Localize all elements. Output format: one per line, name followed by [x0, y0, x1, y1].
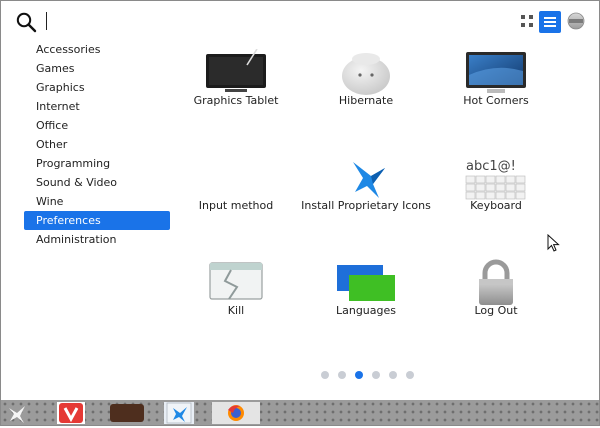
- list-view-button[interactable]: [539, 11, 561, 33]
- page-dot[interactable]: [406, 371, 414, 379]
- app-icon[interactable]: [164, 402, 194, 424]
- sidebar-item-accessories[interactable]: Accessories: [24, 40, 170, 59]
- app-label: Hibernate: [338, 94, 394, 107]
- app-grid: Graphics Tablet Hibernate Hot Corners In…: [171, 41, 561, 331]
- app-graphics-tablet[interactable]: Graphics Tablet: [171, 41, 301, 141]
- page-dot[interactable]: [338, 371, 346, 379]
- kill-icon: [209, 262, 263, 300]
- app-label: Input method: [198, 199, 274, 212]
- app-input-method[interactable]: Input method: [171, 146, 301, 246]
- grid-view-button[interactable]: [520, 14, 534, 28]
- text-caret: [46, 12, 47, 30]
- app-install-proprietary-icons[interactable]: Install Proprietary Icons: [301, 146, 431, 246]
- install-proprietary-icons-icon: [353, 162, 385, 198]
- category-sidebar: Accessories Games Graphics Internet Office Ot…: [24, 40, 170, 249]
- sidebar-item-sound-video[interactable]: Sound & Video: [24, 173, 170, 192]
- graphics-tablet-icon: [206, 49, 266, 92]
- page-dot[interactable]: [389, 371, 397, 379]
- app-languages[interactable]: Languages: [301, 251, 431, 351]
- sidebar-item-wine[interactable]: Wine: [24, 192, 170, 211]
- app-log-out[interactable]: Log Out: [431, 251, 561, 351]
- hot-corners-icon: [466, 52, 526, 93]
- firefox-icon[interactable]: [212, 402, 260, 424]
- keyboard-icon: abc1@!: [465, 159, 526, 200]
- app-launcher-icon[interactable]: [5, 402, 29, 424]
- search-input[interactable]: [45, 9, 445, 33]
- sidebar-item-games[interactable]: Games: [24, 59, 170, 78]
- vivaldi-icon[interactable]: [57, 402, 85, 424]
- hibernate-icon: [342, 53, 390, 95]
- app-label: Languages: [335, 304, 397, 317]
- app-launcher-window: Accessories Games Graphics Internet Office Ot…: [0, 0, 600, 426]
- sidebar-item-office[interactable]: Office: [24, 116, 170, 135]
- log-out-icon: [479, 259, 513, 305]
- power-button[interactable]: [567, 12, 585, 30]
- app-hot-corners[interactable]: Hot Corners: [431, 41, 561, 141]
- page-dot[interactable]: [372, 371, 380, 379]
- app-kill[interactable]: Kill: [171, 251, 301, 351]
- app-label: Log Out: [474, 304, 518, 317]
- search-icon: [16, 12, 37, 33]
- page-dot[interactable]: [355, 371, 363, 379]
- sidebar-item-administration[interactable]: Administration: [24, 230, 170, 249]
- sidebar-item-other[interactable]: Other: [24, 135, 170, 154]
- app-label: Hot Corners: [463, 94, 529, 107]
- app-label: Graphics Tablet: [193, 94, 279, 107]
- mouse-cursor-icon: [547, 234, 560, 252]
- app-label: Install Proprietary Icons: [301, 199, 431, 212]
- sidebar-item-internet[interactable]: Internet: [24, 97, 170, 116]
- sidebar-item-graphics[interactable]: Graphics: [24, 78, 170, 97]
- dock: [1, 400, 599, 425]
- app-keyboard[interactable]: abc1@! Keyboard: [431, 146, 561, 246]
- app-label: Keyboard: [470, 199, 522, 212]
- svg-text:abc1@!: abc1@!: [466, 159, 516, 174]
- sidebar-item-programming[interactable]: Programming: [24, 154, 170, 173]
- languages-icon: [337, 265, 395, 301]
- file-manager-icon[interactable]: [110, 404, 144, 422]
- app-label: Kill: [227, 304, 245, 317]
- sidebar-item-preferences[interactable]: Preferences: [24, 211, 170, 230]
- page-dot[interactable]: [321, 371, 329, 379]
- page-indicator: [321, 371, 421, 379]
- input-method-icon: [203, 154, 269, 202]
- app-hibernate[interactable]: Hibernate: [301, 41, 431, 141]
